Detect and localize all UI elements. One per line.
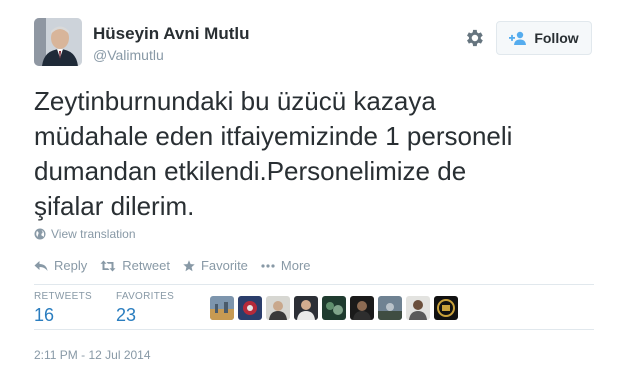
engaged-user-avatar[interactable] bbox=[322, 296, 346, 320]
author-handle[interactable]: @Valimutlu bbox=[93, 47, 164, 63]
favorites-label: FAVORITES bbox=[116, 291, 175, 302]
engaged-user-avatar[interactable] bbox=[434, 296, 458, 320]
favorite-button[interactable]: Favorite bbox=[183, 258, 248, 273]
tweet-stats: RETWEETS 16 FAVORITES 23 bbox=[34, 291, 198, 326]
divider-top bbox=[34, 284, 594, 285]
engaged-user-avatar[interactable] bbox=[294, 296, 318, 320]
retweets-stat[interactable]: RETWEETS 16 bbox=[34, 291, 116, 326]
more-label: More bbox=[280, 258, 311, 273]
author-name[interactable]: Hüseyin Avni Mutlu bbox=[93, 24, 249, 44]
engaged-user-avatar[interactable] bbox=[210, 296, 234, 320]
favorite-label: Favorite bbox=[200, 258, 248, 273]
divider-bottom bbox=[34, 329, 594, 330]
globe-icon bbox=[34, 228, 46, 240]
favorites-count: 23 bbox=[116, 305, 137, 325]
star-icon bbox=[183, 259, 195, 271]
engaged-user-avatar[interactable] bbox=[238, 296, 262, 320]
tweet-timestamp[interactable]: 2:11 PM - 12 Jul 2014 bbox=[34, 348, 151, 362]
view-translation-label: View translation bbox=[51, 227, 136, 241]
tweet-actions: Reply Retweet Favorite More bbox=[34, 258, 324, 273]
engaged-user-avatar[interactable] bbox=[378, 296, 402, 320]
more-button[interactable]: More bbox=[261, 258, 311, 273]
follow-person-icon bbox=[509, 31, 527, 45]
reply-icon bbox=[34, 260, 48, 271]
reply-label: Reply bbox=[54, 258, 88, 273]
tweet-text: Zeytinburnundaki bu üzücü kazaya müdahal… bbox=[34, 86, 513, 221]
engaged-users bbox=[210, 296, 458, 320]
view-translation-link[interactable]: View translation bbox=[34, 227, 136, 241]
follow-button-label: Follow bbox=[534, 30, 579, 46]
retweet-label: Retweet bbox=[122, 258, 170, 273]
more-dots-icon bbox=[261, 263, 275, 268]
engaged-user-avatar[interactable] bbox=[406, 296, 430, 320]
avatar[interactable] bbox=[34, 18, 82, 66]
engaged-user-avatar[interactable] bbox=[350, 296, 374, 320]
retweet-icon bbox=[100, 260, 116, 271]
avatar-image bbox=[34, 18, 82, 66]
engaged-user-avatar[interactable] bbox=[266, 296, 290, 320]
retweets-label: RETWEETS bbox=[34, 291, 92, 302]
retweet-button[interactable]: Retweet bbox=[100, 258, 170, 273]
follow-button[interactable]: Follow bbox=[496, 21, 592, 55]
reply-button[interactable]: Reply bbox=[34, 258, 87, 273]
favorites-stat[interactable]: FAVORITES 23 bbox=[116, 291, 198, 326]
retweets-count: 16 bbox=[34, 305, 55, 325]
gear-icon[interactable] bbox=[463, 27, 485, 49]
